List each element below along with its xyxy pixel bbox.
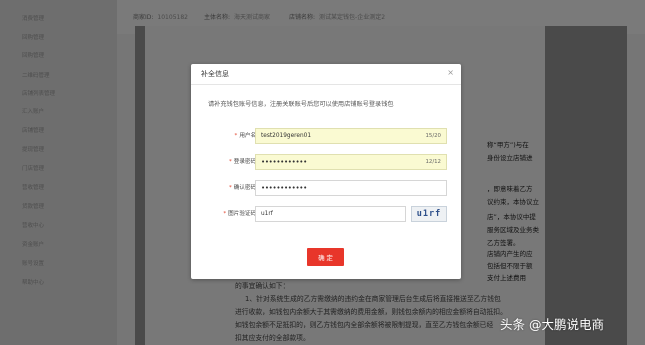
- sidebar-item-4[interactable]: 二维码管理: [22, 68, 92, 82]
- sidebar-item-label: 资金账户: [22, 242, 45, 248]
- doc-line: 的事宜确认如下：: [235, 282, 290, 290]
- doc-line: 议约束，本协议立: [487, 198, 539, 206]
- sidebar-item-label: 提现管理: [22, 147, 45, 153]
- doc-line: 身份设立店铺进: [487, 154, 533, 162]
- doc-line: 如钱包余额不足抵扣的，则乙方钱包内全部余额将被限制提现，直至乙方钱包余额已经: [235, 321, 494, 329]
- sidebar-item-1[interactable]: 消费管理: [22, 11, 92, 25]
- dialog-header: 补全信息 ×: [191, 64, 461, 85]
- merchant-id: 商家ID: 10105182: [133, 12, 188, 21]
- sidebar-item-label: 帮助中心: [22, 280, 45, 286]
- captcha-value: u1rf: [261, 211, 273, 217]
- sidebar: 消费管理 回购管理 回购管理 二维码管理 店铺列表管理 汇入账户 店铺管理 提现…: [0, 0, 117, 345]
- store-name-value: 测试某定钱包-企业测定2: [319, 14, 386, 21]
- merchant-name-value: 海天测试商家: [234, 14, 271, 21]
- watermark-text: 头条 @大鹏说电商: [500, 317, 604, 332]
- username-row: * 用户名: test2019geren01 15/20: [191, 128, 461, 144]
- doc-line: 店”，本协议中提: [487, 213, 536, 221]
- sidebar-item-9[interactable]: 门店管理: [22, 161, 92, 175]
- confirm-password-label: * 确认密码:: [228, 185, 258, 191]
- doc-line: ，即意味着乙方: [487, 185, 533, 193]
- sidebar-item-13[interactable]: 资金账户: [22, 237, 92, 251]
- sidebar-item-label: 汇入账户: [22, 109, 45, 115]
- sidebar-item-11[interactable]: 货款管理: [22, 199, 92, 213]
- confirm-password-input[interactable]: ••••••••••••: [255, 180, 447, 196]
- sidebar-item-label: 回购管理: [22, 53, 45, 59]
- confirm-password-row: * 确认密码: ••••••••••••: [191, 180, 461, 196]
- sidebar-item-label: 账号设置: [22, 261, 45, 267]
- dialog-description: 请补充钱包账号信息，注册关联账号后您可以使用店铺账号登录钱包: [208, 101, 394, 108]
- sidebar-item-6[interactable]: 汇入账户: [22, 104, 92, 118]
- merchant-id-label: 商家ID:: [133, 14, 154, 21]
- sidebar-item-12[interactable]: 营收中心: [22, 218, 92, 232]
- password-value: ••••••••••••: [261, 158, 307, 166]
- confirm-button[interactable]: 确 定: [307, 248, 344, 266]
- store-name-label: 店铺名称:: [289, 14, 316, 21]
- captcha-image[interactable]: u1rf: [411, 206, 447, 222]
- doc-line: 服务区域及业务类: [487, 226, 539, 234]
- doc-line: 扣其应支付的全部款项。: [235, 334, 310, 342]
- doc-line: 1、针对系统生成的乙方需缴纳的违约金在商家管理后台生成后将直接推送至乙方钱包: [245, 295, 501, 303]
- password-label: * 登录密码:: [228, 159, 258, 165]
- sidebar-item-label: 店铺列表管理: [22, 91, 56, 97]
- merchant-name-label: 主体名称:: [204, 14, 231, 21]
- dialog-title: 补全信息: [201, 70, 229, 78]
- sidebar-item-2[interactable]: 回购管理: [22, 30, 92, 44]
- sidebar-item-10[interactable]: 营收管理: [22, 180, 92, 194]
- captcha-row: * 图片验证码: u1rf u1rf: [191, 206, 461, 222]
- sidebar-item-label: 营收中心: [22, 223, 45, 229]
- close-icon[interactable]: ×: [447, 68, 454, 77]
- sidebar-item-14[interactable]: 账号设置: [22, 256, 92, 270]
- username-input[interactable]: test2019geren01 15/20: [255, 128, 447, 144]
- sidebar-item-label: 门店管理: [22, 166, 45, 172]
- sidebar-item-label: 消费管理: [22, 16, 45, 22]
- sidebar-item-label: 营收管理: [22, 185, 45, 191]
- merchant-id-value: 10105182: [157, 14, 188, 21]
- password-row: * 登录密码: •••••••••••• 12/12: [191, 154, 461, 170]
- sidebar-item-5[interactable]: 店铺列表管理: [22, 86, 92, 100]
- username-value: test2019geren01: [261, 133, 312, 139]
- sidebar-item-label: 店铺管理: [22, 128, 45, 134]
- sidebar-item-15[interactable]: 帮助中心: [22, 275, 92, 289]
- sidebar-item-label: 回购管理: [22, 35, 45, 41]
- doc-line: 进行收款，如钱包内余额大于其需缴纳的费用金额，则钱包余额内的相应金额将自动抵扣。: [235, 308, 507, 316]
- complete-info-dialog: 补全信息 × 请补充钱包账号信息，注册关联账号后您可以使用店铺账号登录钱包 * 用…: [191, 64, 461, 279]
- store-name: 店铺名称: 测试某定钱包-企业测定2: [289, 12, 385, 21]
- captcha-label: * 图片验证码:: [223, 211, 258, 217]
- merchant-name: 主体名称: 海天测试商家: [204, 12, 270, 21]
- sidebar-item-3[interactable]: 回购管理: [22, 48, 92, 62]
- doc-line: 店铺内产生的应: [487, 250, 533, 258]
- password-input[interactable]: •••••••••••• 12/12: [255, 154, 447, 170]
- doc-line: 乙方签署。: [487, 239, 520, 247]
- sidebar-item-8[interactable]: 提现管理: [22, 142, 92, 156]
- sidebar-item-label: 二维码管理: [22, 73, 50, 79]
- captcha-input[interactable]: u1rf: [255, 206, 406, 222]
- username-counter: 15/20: [425, 133, 441, 139]
- password-counter: 12/12: [425, 159, 441, 165]
- doc-line: 称“甲方”)与在: [487, 141, 529, 149]
- doc-line: 支付上述费用: [487, 274, 526, 282]
- sidebar-item-7[interactable]: 店铺管理: [22, 123, 92, 137]
- sidebar-item-label: 货款管理: [22, 204, 45, 210]
- doc-line: 包括但不限于额: [487, 262, 533, 270]
- confirm-password-value: ••••••••••••: [261, 184, 307, 192]
